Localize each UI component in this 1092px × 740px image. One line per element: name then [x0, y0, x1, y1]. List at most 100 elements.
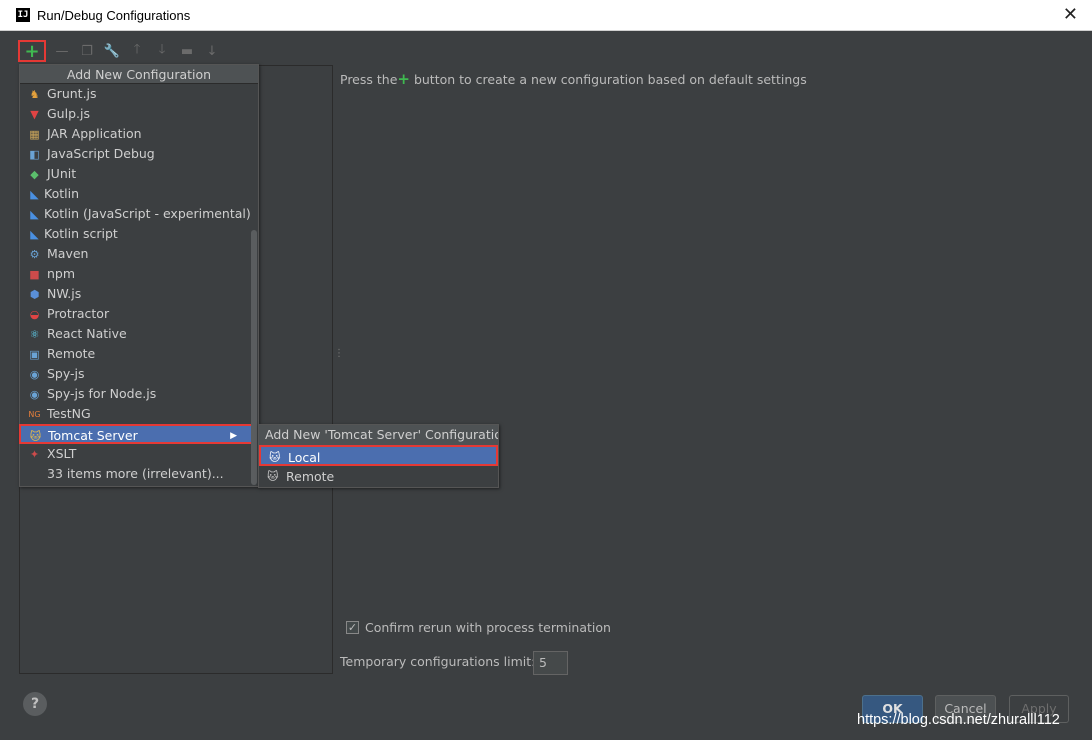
- submenu-item-remote[interactable]: 🐱 Remote: [259, 466, 498, 487]
- popup-item-npm[interactable]: ■ npm: [20, 264, 258, 284]
- tomcat-icon: 🐱: [29, 430, 42, 443]
- popup-item-label: TestNG: [47, 406, 91, 421]
- sort-button[interactable]: ↓: [203, 42, 221, 60]
- popup-item-react-native[interactable]: ⚛ React Native: [20, 324, 258, 344]
- kotlin-script-icon: ◣: [30, 228, 39, 241]
- popup-item-kotlin-script[interactable]: ◣ Kotlin script: [20, 224, 258, 244]
- popup-item-label: Kotlin script: [44, 226, 118, 241]
- folder-button[interactable]: ▬: [178, 42, 196, 60]
- popup-item-protractor[interactable]: ◒ Protractor: [20, 304, 258, 324]
- edit-defaults-button[interactable]: 🔧: [103, 42, 121, 60]
- submenu-item-local[interactable]: 🐱 Local: [259, 445, 498, 466]
- config-toolbar: + — ❐ 🔧 🡑 🡓 ▬ ↓: [18, 40, 221, 62]
- popup-item-label: Kotlin: [44, 186, 79, 201]
- popup-item-label: Spy-js: [47, 366, 85, 381]
- npm-icon: ■: [29, 268, 40, 281]
- kotlin-js-icon: ◣: [30, 208, 39, 221]
- kotlin-icon: ◣: [30, 188, 39, 201]
- copy-icon: ❐: [81, 43, 93, 59]
- move-down-button[interactable]: 🡓: [153, 42, 171, 60]
- popup-item-label: npm: [47, 266, 76, 281]
- remove-configuration-button[interactable]: —: [53, 42, 71, 60]
- junit-icon: ◆: [30, 168, 39, 181]
- popup-item-testng[interactable]: NG TestNG: [20, 404, 258, 424]
- watermark-text: https://blog.csdn.net/zhuralll112: [857, 712, 1060, 728]
- popup-item-label: Tomcat Server: [48, 428, 138, 443]
- popup-item-jar-application[interactable]: ▦ JAR Application: [20, 124, 258, 144]
- minus-icon: —: [55, 43, 69, 59]
- popup-item-label: Maven: [47, 246, 89, 261]
- wrench-icon: 🔧: [103, 43, 121, 59]
- maven-gear-icon: ⚙: [29, 248, 40, 261]
- popup-item-label: 33 items more (irrelevant)...: [47, 466, 224, 481]
- window-title: Run/Debug Configurations: [37, 8, 191, 23]
- popup-scrollbar[interactable]: [251, 230, 257, 485]
- sort-icon: ↓: [206, 43, 218, 59]
- add-configuration-popup: Add New Configuration ♞ Grunt.js ▼ Gulp.js ▦…: [19, 64, 259, 487]
- popup-item-spy-js-for-node-js[interactable]: ◉ Spy-js for Node.js: [20, 384, 258, 404]
- submenu-arrow-icon: ▶: [230, 431, 237, 441]
- react-icon: ⚛: [29, 328, 40, 341]
- arrow-up-icon: 🡑: [133, 42, 141, 57]
- popup-item-33-items-more-irrelevant[interactable]: 33 items more (irrelevant)...: [20, 464, 258, 484]
- nwjs-icon: ⬢: [29, 288, 40, 301]
- spyjs-node-icon: ◉: [29, 388, 40, 401]
- close-icon[interactable]: ✕: [1063, 4, 1078, 25]
- popup-item-kotlin[interactable]: ◣ Kotlin: [20, 184, 258, 204]
- copy-configuration-button[interactable]: ❐: [78, 42, 96, 60]
- popup-item-maven[interactable]: ⚙ Maven: [20, 244, 258, 264]
- jar-icon: ▦: [29, 128, 40, 141]
- move-up-button[interactable]: 🡑: [128, 42, 146, 60]
- temp-limit-input[interactable]: 5: [533, 651, 568, 675]
- submenu-title: Add New 'Tomcat Server' Configuration: [259, 425, 498, 445]
- confirm-rerun-checkbox[interactable]: ✓: [346, 621, 359, 634]
- xslt-icon: ✦: [29, 448, 40, 461]
- remote-icon: ▣: [29, 348, 40, 361]
- arrow-down-icon: 🡓: [158, 42, 166, 57]
- popup-item-gulp-js[interactable]: ▼ Gulp.js: [20, 104, 258, 124]
- title-bar: IJ Run/Debug Configurations ✕: [0, 0, 1092, 31]
- popup-item-label: NW.js: [47, 286, 82, 301]
- tomcat-icon: 🐱: [267, 470, 279, 483]
- intellij-logo-icon: IJ: [16, 8, 30, 22]
- gulp-icon: ▼: [30, 108, 39, 121]
- tomcat-submenu: Add New 'Tomcat Server' Configuration 🐱 …: [258, 424, 499, 488]
- tomcat-icon: 🐱: [269, 451, 281, 464]
- popup-list: ♞ Grunt.js ▼ Gulp.js ▦ JAR Application ◧ JavaSc…: [19, 84, 258, 484]
- popup-item-label: XSLT: [47, 446, 77, 461]
- popup-item-spy-js[interactable]: ◉ Spy-js: [20, 364, 258, 384]
- popup-title: Add New Configuration: [20, 65, 258, 84]
- popup-item-label: Kotlin (JavaScript - experimental): [44, 206, 251, 221]
- popup-item-label: JAR Application: [47, 126, 142, 141]
- confirm-rerun-label: Confirm rerun with process termination: [365, 620, 611, 635]
- popup-item-tomcat-server[interactable]: 🐱 Tomcat Server ▶: [19, 424, 255, 444]
- popup-item-label: Grunt.js: [47, 86, 97, 101]
- protractor-icon: ◒: [29, 308, 40, 321]
- popup-item-label: JavaScript Debug: [47, 146, 155, 161]
- popup-item-label: Gulp.js: [47, 106, 90, 121]
- popup-item-label: JUnit: [47, 166, 77, 181]
- plus-icon: +: [24, 40, 40, 62]
- add-configuration-button[interactable]: +: [18, 40, 46, 62]
- popup-item-junit[interactable]: ◆ JUnit: [20, 164, 258, 184]
- popup-item-label: Remote: [47, 346, 96, 361]
- popup-item-kotlin-javascript-experimental[interactable]: ◣ Kotlin (JavaScript - experimental): [20, 204, 258, 224]
- popup-item-label: React Native: [47, 326, 127, 341]
- help-icon[interactable]: ?: [23, 692, 47, 716]
- confirm-rerun-option[interactable]: ✓ Confirm rerun with process termination: [346, 620, 611, 635]
- popup-item-remote[interactable]: ▣ Remote: [20, 344, 258, 364]
- splitter-handle-icon[interactable]: ⋮: [334, 348, 344, 359]
- popup-item-nw-js[interactable]: ⬢ NW.js: [20, 284, 258, 304]
- folder-icon: ▬: [180, 43, 194, 59]
- testng-icon: NG: [28, 410, 41, 419]
- temp-limit-label: Temporary configurations limit:: [340, 654, 536, 669]
- popup-item-javascript-debug[interactable]: ◧ JavaScript Debug: [20, 144, 258, 164]
- grunt-icon: ♞: [29, 88, 40, 101]
- empty-hint: Press the+ button to create a new config…: [340, 70, 807, 88]
- plus-icon: +: [397, 70, 410, 88]
- js-debug-icon: ◧: [29, 148, 40, 161]
- popup-item-grunt-js[interactable]: ♞ Grunt.js: [20, 84, 258, 104]
- popup-item-label: Spy-js for Node.js: [47, 386, 157, 401]
- spyjs-icon: ◉: [29, 368, 40, 381]
- popup-item-xslt[interactable]: ✦ XSLT: [20, 444, 258, 464]
